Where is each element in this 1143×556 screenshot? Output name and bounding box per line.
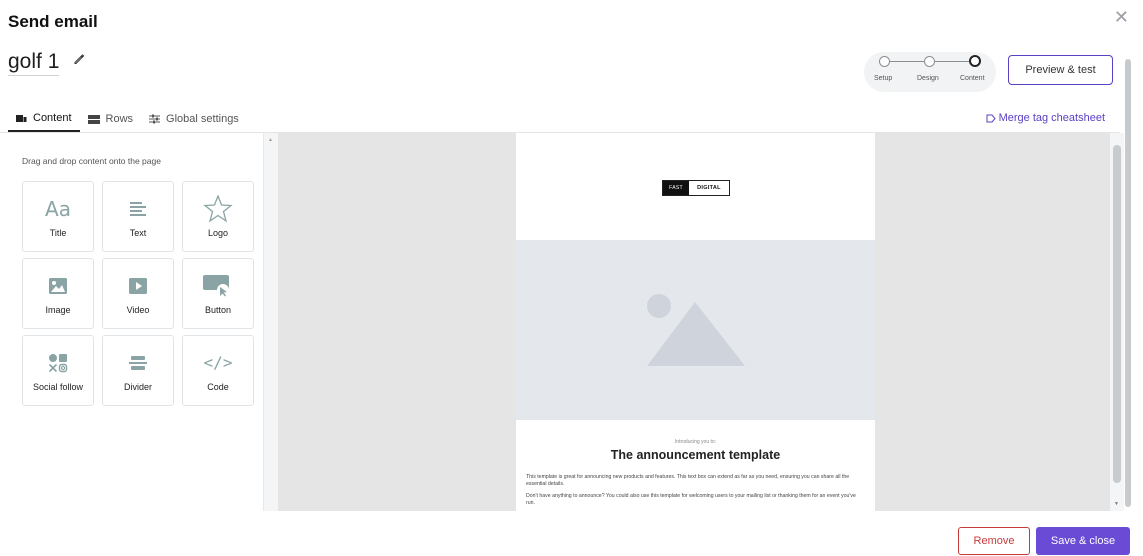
block-label: Code [207,381,229,392]
canvas-scroll-thumb[interactable] [1113,145,1121,483]
divider-icon [129,350,147,376]
step-setup-dot[interactable] [879,56,890,67]
tag-icon [986,114,996,123]
email-logo[interactable]: FAST DIGITAL [662,180,730,196]
tab-global-settings[interactable]: Global settings [141,106,247,132]
block-title[interactable]: Aa Title [22,181,94,252]
scroll-up-icon[interactable]: ▲ [268,137,273,143]
step-connector [935,61,969,62]
text-lines-icon [129,196,147,222]
tab-content-label: Content [33,112,72,124]
star-icon [203,194,233,223]
email-paragraph: Don't have anything to announce? You cou… [526,493,856,506]
campaign-name[interactable]: golf 1 [8,50,60,76]
block-divider[interactable]: Divider [102,335,174,406]
merge-tag-cheatsheet-link[interactable]: Merge tag cheatsheet [986,112,1105,124]
rows-icon [87,114,100,124]
block-image[interactable]: Image [22,258,94,329]
email-body: This template is great for announcing ne… [526,474,866,511]
block-label: Image [45,304,71,315]
block-grid: Aa Title Text Logo Image Video Button So… [22,181,254,406]
block-label: Button [204,304,232,315]
canvas-scrollbar[interactable]: ▼ [1110,133,1124,511]
modal-scroll-thumb[interactable] [1125,59,1131,507]
close-icon[interactable]: ✕ [1114,8,1129,26]
save-close-button[interactable]: Save & close [1036,527,1130,555]
content-blocks-icon [16,114,27,123]
block-button[interactable]: Button [182,258,254,329]
logo-left-text: FAST [663,181,689,195]
step-label-content: Content [960,75,985,82]
button-click-icon [203,273,233,299]
pencil-icon[interactable] [73,52,85,64]
remove-button[interactable]: Remove [958,527,1030,555]
scroll-down-icon[interactable]: ▼ [1114,501,1119,507]
block-video[interactable]: Video [102,258,174,329]
code-icon: </> [203,353,233,372]
block-label: Title [49,227,67,238]
panel-scrollbar[interactable]: ▲ [264,133,278,511]
step-connector [890,61,924,62]
email-preview[interactable]: FAST DIGITAL Introducing you to: The ann… [516,133,875,511]
block-label: Text [129,227,147,238]
tab-rows-label: Rows [105,113,134,125]
modal-scrollbar[interactable] [1124,55,1132,511]
title-icon: Aa [45,196,71,221]
tab-global-settings-label: Global settings [166,113,239,125]
social-icons-icon [48,350,68,376]
step-design-dot[interactable] [924,56,935,67]
image-placeholder-icon [647,294,745,366]
tab-rows[interactable]: Rows [80,106,142,132]
block-code[interactable]: </> Code [182,335,254,406]
progress-stepper: Setup Design Content [864,52,996,92]
email-intro: Introducing you to: [674,439,717,445]
step-label-setup: Setup [874,75,893,82]
modal-title: Send email [8,12,98,31]
block-text[interactable]: Text [102,181,174,252]
step-content-dot[interactable] [969,55,981,67]
sliders-icon [149,114,161,124]
email-canvas: FAST DIGITAL Introducing you to: The ann… [278,133,1110,511]
email-heading: The announcement template [610,448,781,462]
block-label: Logo [207,227,229,238]
editor-tabs: Content Rows Global settings [8,106,247,132]
block-social-follow[interactable]: Social follow [22,335,94,406]
image-icon [49,273,67,299]
tab-content[interactable]: Content [8,106,80,132]
block-logo[interactable]: Logo [182,181,254,252]
step-label-design: Design [917,75,939,82]
block-label: Divider [123,381,152,392]
campaign-name-row: golf 1 [8,50,85,76]
video-play-icon [129,273,147,299]
panel-hint: Drag and drop content onto the page [22,156,161,166]
block-label: Social follow [32,381,84,392]
block-label: Video [126,304,150,315]
email-paragraph: This template is great for announcing ne… [526,474,850,487]
hero-image-placeholder[interactable] [516,240,875,420]
preview-test-button[interactable]: Preview & test [1008,55,1113,85]
logo-right-text: DIGITAL [689,181,729,195]
merge-tag-label: Merge tag cheatsheet [998,112,1105,124]
content-blocks-panel: Drag and drop content onto the page Aa T… [8,133,264,511]
